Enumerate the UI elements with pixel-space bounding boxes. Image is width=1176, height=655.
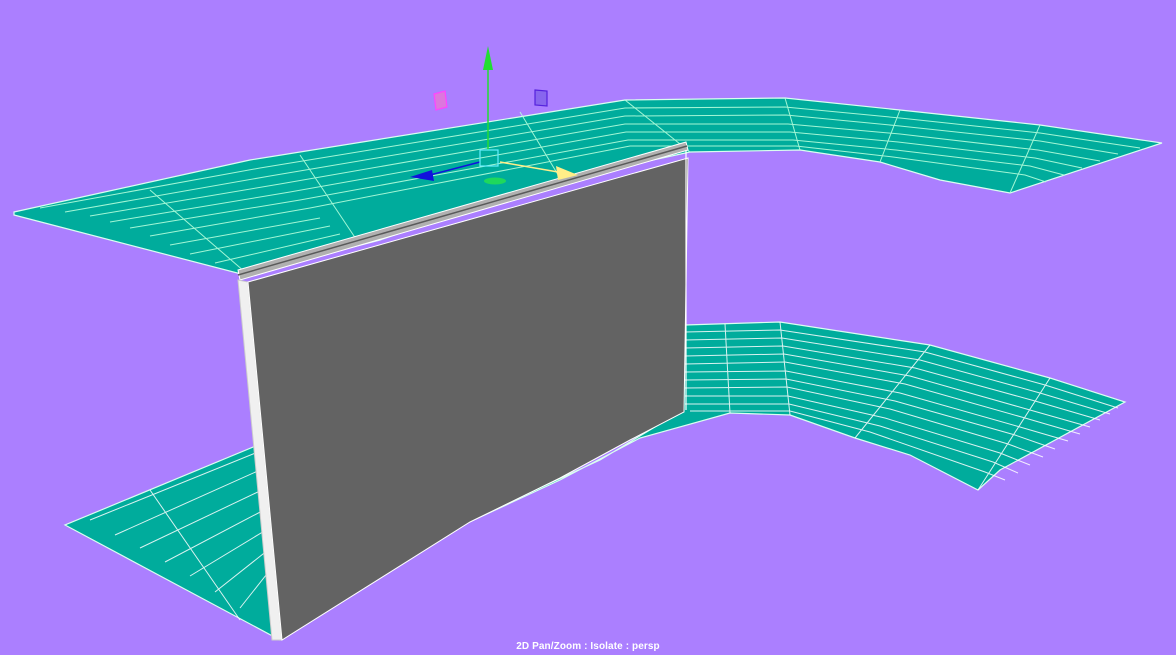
- 3d-viewport[interactable]: 2D Pan/Zoom : Isolate : persp: [0, 0, 1176, 655]
- viewport-scene[interactable]: [0, 0, 1176, 655]
- camera-marker-purple[interactable]: [534, 89, 548, 107]
- viewport-status-text: 2D Pan/Zoom : Isolate : persp: [516, 641, 660, 652]
- camera-marker-pink[interactable]: [433, 90, 448, 111]
